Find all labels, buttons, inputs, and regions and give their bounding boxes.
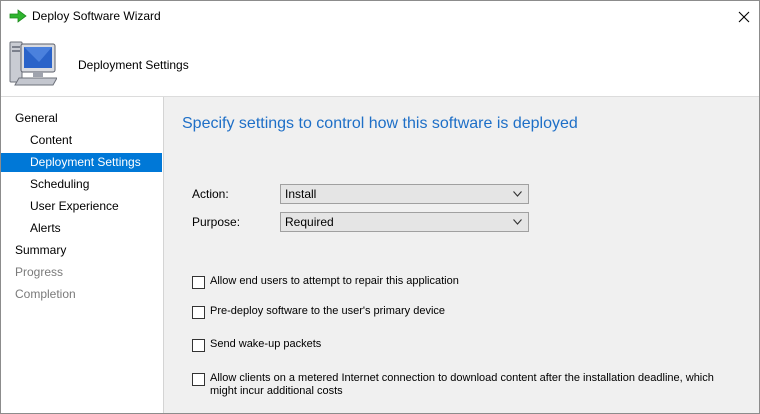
repair-checkbox[interactable] <box>192 276 205 289</box>
close-button[interactable] <box>729 1 759 32</box>
page-title: Deployment Settings <box>78 58 189 72</box>
wake-up-checkbox[interactable] <box>192 339 205 352</box>
wizard-nav: General Content Deployment Settings Sche… <box>1 97 164 413</box>
section-heading: Specify settings to control how this sof… <box>182 115 578 132</box>
nav-item-scheduling[interactable]: Scheduling <box>1 175 162 194</box>
predeploy-checkbox[interactable] <box>192 306 205 319</box>
green-arrow-icon <box>9 9 27 23</box>
nav-item-completion: Completion <box>15 287 76 301</box>
action-select[interactable]: Install <box>280 184 529 204</box>
wake-up-checkbox-label[interactable]: Send wake-up packets <box>210 338 740 351</box>
wizard-window: Deploy Software Wizard Deployment Settin… <box>0 0 760 414</box>
nav-item-general[interactable]: General <box>1 109 162 128</box>
chevron-down-icon <box>513 191 522 197</box>
nav-item-summary[interactable]: Summary <box>1 241 162 260</box>
action-label: Action: <box>192 187 229 201</box>
metered-checkbox-label[interactable]: Allow clients on a metered Internet conn… <box>210 372 740 398</box>
wizard-header: Deployment Settings <box>1 32 759 97</box>
nav-item-user-experience[interactable]: User Experience <box>1 197 162 216</box>
nav-item-content[interactable]: Content <box>1 131 162 150</box>
action-value: Install <box>285 187 317 201</box>
window-title: Deploy Software Wizard <box>32 9 161 23</box>
predeploy-checkbox-label[interactable]: Pre-deploy software to the user's primar… <box>210 305 740 318</box>
chevron-down-icon <box>513 219 522 225</box>
main-panel: Specify settings to control how this sof… <box>164 97 759 413</box>
nav-item-alerts[interactable]: Alerts <box>1 219 162 238</box>
purpose-select[interactable]: Required <box>280 212 529 232</box>
purpose-label: Purpose: <box>192 215 241 229</box>
repair-checkbox-label[interactable]: Allow end users to attempt to repair thi… <box>210 275 740 288</box>
metered-checkbox[interactable] <box>192 373 205 386</box>
nav-item-deployment-settings[interactable]: Deployment Settings <box>1 153 162 172</box>
nav-item-progress: Progress <box>15 265 64 279</box>
purpose-value: Required <box>285 215 334 229</box>
title-bar: Deploy Software Wizard <box>1 1 759 32</box>
close-icon <box>738 11 750 22</box>
computer-icon <box>9 40 58 86</box>
